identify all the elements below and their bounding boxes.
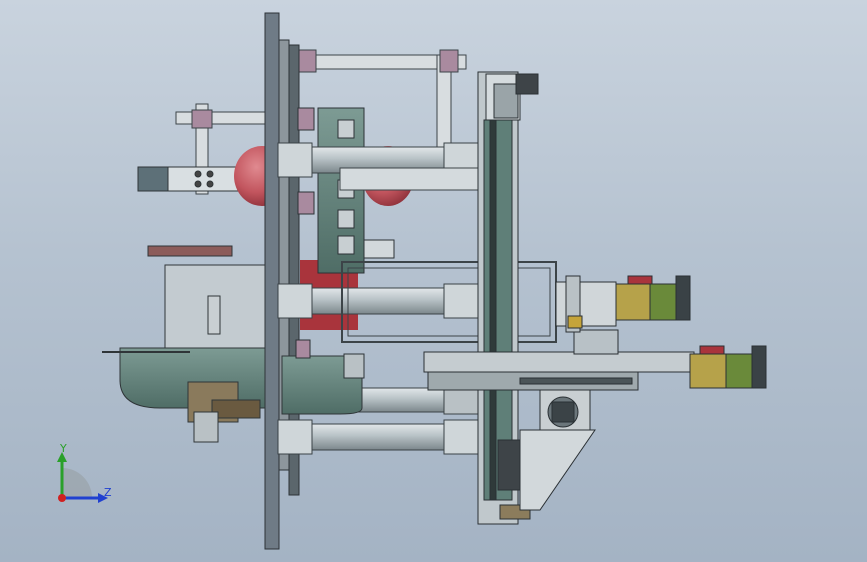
upper-servo-motor: [555, 275, 691, 333]
cad-viewport[interactable]: Y Z: [0, 0, 867, 562]
x-axis-origin-icon: [58, 494, 66, 502]
machine-assembly-model[interactable]: [0, 0, 867, 562]
main-mounting-plate: [264, 12, 300, 550]
orientation-triad[interactable]: Y Z: [48, 440, 118, 510]
y-axis-label: Y: [59, 442, 67, 455]
left-cylinder: [137, 166, 239, 192]
triad-plane-shading: [62, 468, 92, 498]
z-axis-label: Z: [104, 486, 112, 499]
